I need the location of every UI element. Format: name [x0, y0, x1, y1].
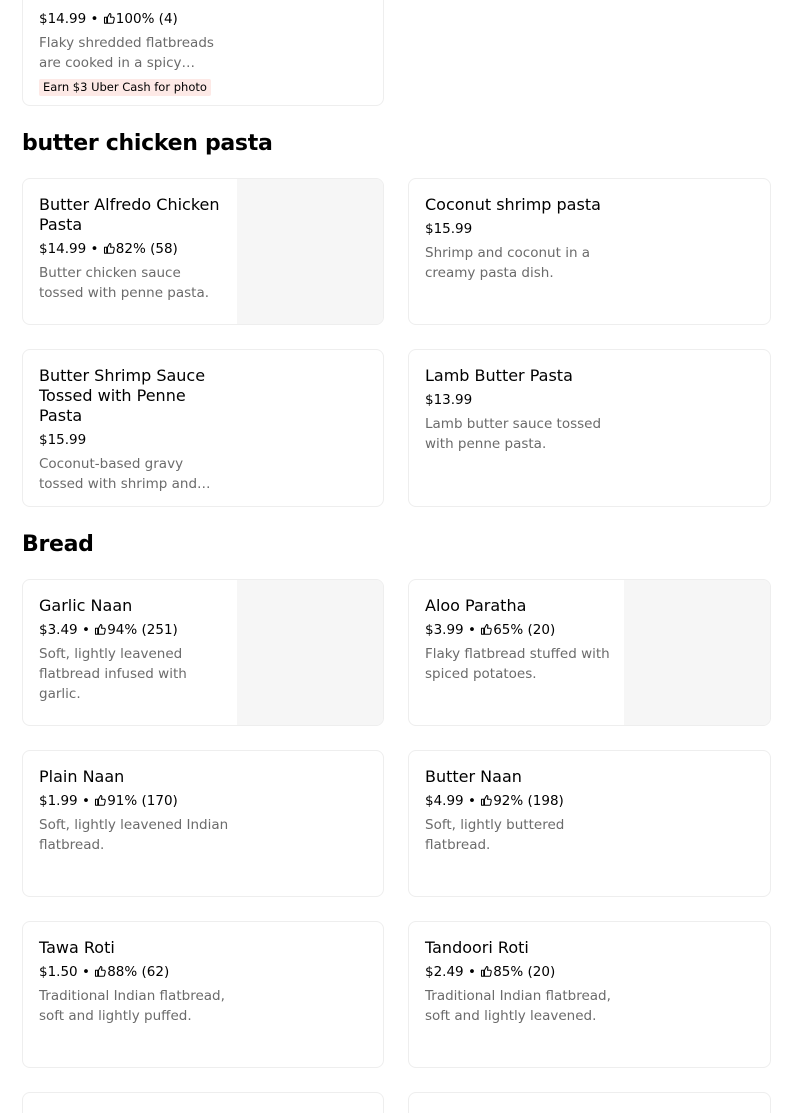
item-rating: 94% (251) — [107, 622, 178, 638]
item-price: $15.99 — [425, 221, 473, 237]
item-description: Soft, lightly leavened Indian flatbread. — [39, 817, 229, 853]
item-price: $14.99 • — [39, 241, 103, 257]
item-rating: 91% (170) — [107, 793, 178, 809]
menu-item-card[interactable]: Butter Shrimp Sauce Tossed with Penne Pa… — [22, 349, 384, 507]
item-rating: 85% (20) — [493, 964, 556, 980]
menu-item-card[interactable]: Coconut shrimp pasta $15.99 Shrimp and c… — [408, 178, 771, 325]
thumbs-up-icon — [481, 623, 492, 635]
item-price-rating: $1.99 • 91% (170) — [39, 791, 229, 811]
menu-item-card[interactable] — [22, 1092, 384, 1113]
menu-item-card[interactable]: Aloo Paratha $3.99 • 65% (20) Flaky flat… — [408, 579, 771, 726]
item-description: Traditional Indian flatbread, soft and l… — [39, 988, 225, 1024]
item-price-rating: $14.99 • 82% (58) — [39, 239, 229, 259]
item-rating: 65% (20) — [493, 622, 556, 638]
item-description: Lamb butter sauce tossed with penne past… — [425, 416, 602, 452]
menu-item-card[interactable]: Butter Alfredo Chicken Pasta $14.99 • 82… — [22, 178, 384, 325]
item-rating: 82% (58) — [115, 241, 178, 257]
promo-badge: Earn $3 Uber Cash for photo — [39, 79, 211, 96]
item-name: Tawa Roti — [39, 938, 115, 957]
thumbs-up-icon — [481, 794, 492, 806]
menu-item-card[interactable]: $14.99 • 100% (4) Flaky shredded flatbre… — [22, 0, 384, 106]
item-price: $15.99 — [39, 432, 87, 448]
item-price: $4.99 • — [425, 793, 481, 809]
menu-item-card[interactable]: Lamb Butter Pasta $13.99 Lamb butter sau… — [408, 349, 771, 507]
item-description: Soft, lightly buttered flatbread. — [425, 817, 565, 853]
item-price: $3.99 • — [425, 622, 481, 638]
thumbs-up-icon — [103, 242, 115, 254]
item-description: Soft, lightly leavened flatbread infused… — [39, 646, 187, 702]
menu-item-card[interactable]: Butter Naan $4.99 • 92% (198) Soft, ligh… — [408, 750, 771, 897]
item-name: Butter Naan — [425, 767, 522, 786]
item-rating: 88% (62) — [107, 964, 170, 980]
menu-item-card[interactable]: Tawa Roti $1.50 • 88% (62) Traditional I… — [22, 921, 384, 1068]
menu-item-card[interactable] — [408, 1092, 771, 1113]
item-price-rating: $1.50 • 88% (62) — [39, 962, 229, 982]
item-name: Aloo Paratha — [425, 596, 527, 615]
item-price-rating: $2.49 • 85% (20) — [425, 962, 615, 982]
item-name: Coconut shrimp pasta — [425, 195, 601, 214]
thumbs-up-icon — [95, 794, 106, 806]
menu-item-card[interactable]: Tandoori Roti $2.49 • 85% (20) Tradition… — [408, 921, 771, 1068]
section-title: Bread — [22, 532, 94, 557]
menu-item-card[interactable]: Garlic Naan $3.49 • 94% (251) Soft, ligh… — [22, 579, 384, 726]
item-price: $3.49 • — [39, 622, 95, 638]
item-price-rating: $14.99 • 100% (4) — [39, 9, 229, 29]
item-rating: 92% (198) — [493, 793, 564, 809]
item-image — [237, 580, 383, 725]
item-description: Butter chicken sauce tossed with penne p… — [39, 265, 210, 301]
item-description-line: Flaky shredded flatbreads — [39, 35, 214, 51]
item-description-line: are cooked in a spicy… — [39, 55, 195, 71]
thumbs-up-icon — [95, 965, 106, 977]
item-description: Coconut-based gravy tossed with shrimp a… — [39, 456, 211, 492]
item-price-rating: $4.99 • 92% (198) — [425, 791, 615, 811]
menu-item-card[interactable]: Plain Naan $1.99 • 91% (170) Soft, light… — [22, 750, 384, 897]
item-price: $1.50 • — [39, 964, 95, 980]
item-rating: 100% (4) — [115, 11, 178, 27]
item-price: $1.99 • — [39, 793, 95, 809]
item-image — [624, 580, 770, 725]
item-description: Traditional Indian flatbread, soft and l… — [425, 988, 611, 1024]
item-name: Butter Shrimp Sauce Tossed with Penne Pa… — [39, 366, 206, 425]
item-name: Plain Naan — [39, 767, 125, 786]
thumbs-up-icon — [103, 12, 115, 24]
item-image — [237, 179, 383, 324]
item-price: $2.49 • — [425, 964, 481, 980]
section-title: butter chicken pasta — [22, 131, 273, 156]
item-description: Flaky flatbread stuffed with spiced pota… — [425, 646, 610, 682]
item-description: Shrimp and coconut in a creamy pasta dis… — [425, 245, 591, 281]
menu-page: $14.99 • 100% (4) Flaky shredded flatbre… — [0, 0, 804, 1113]
thumbs-up-icon — [95, 623, 106, 635]
item-name: Tandoori Roti — [425, 938, 529, 957]
item-price-rating: $3.99 • 65% (20) — [425, 620, 615, 640]
item-price: $13.99 — [425, 392, 473, 408]
item-name: Lamb Butter Pasta — [425, 366, 573, 385]
item-price: $14.99 • — [39, 11, 103, 27]
item-name: Butter Alfredo Chicken Pasta — [39, 195, 220, 234]
item-name: Garlic Naan — [39, 596, 133, 615]
thumbs-up-icon — [481, 965, 492, 977]
item-description: Flaky shredded flatbreads are cooked in … — [39, 33, 229, 73]
item-price-rating: $3.49 • 94% (251) — [39, 620, 229, 640]
